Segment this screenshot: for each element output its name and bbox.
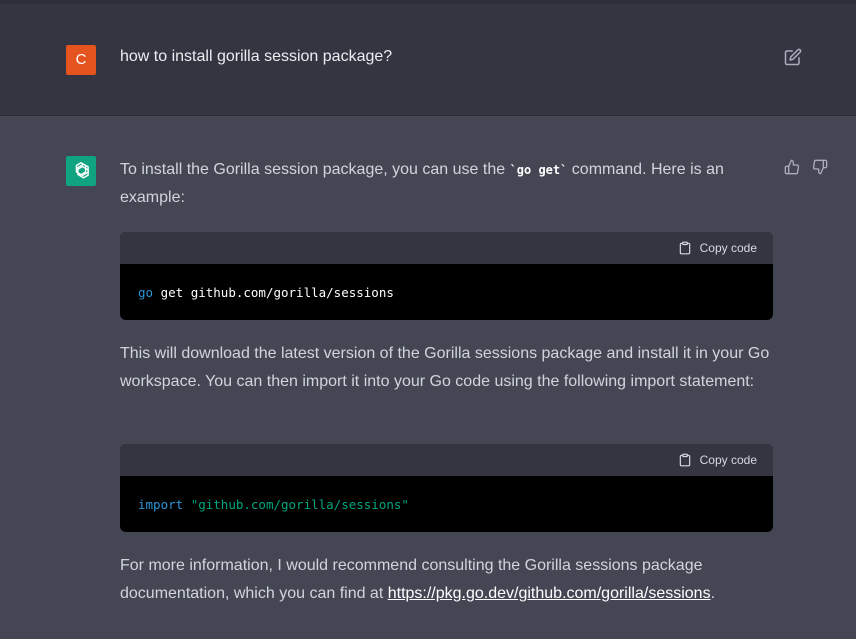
code-block-go-get: Copy code go get github.com/gorilla/sess… (120, 232, 773, 320)
inline-code-go-get: `go get` (509, 163, 568, 177)
outro-paragraph: For more information, I would recommend … (120, 552, 770, 608)
thumbs-up-icon (784, 159, 800, 175)
openai-logo-icon (75, 162, 89, 179)
user-message-text: how to install gorilla session package? (120, 48, 393, 65)
code-block-header: Copy code (120, 232, 773, 264)
copy-code-button[interactable]: Copy code (678, 240, 757, 256)
assistant-message-row: To install the Gorilla session package, … (0, 116, 856, 639)
assistant-avatar (66, 156, 96, 186)
clipboard-icon (679, 241, 690, 255)
middle-paragraph: This will download the latest version of… (120, 345, 770, 390)
thumbs-down-icon (812, 159, 828, 175)
copy-code-label: Copy code (699, 453, 757, 467)
clipboard-icon (679, 453, 690, 467)
user-message-row: C how to install gorilla session package… (0, 4, 856, 116)
code-string: "github.com/gorilla/sessions" (190, 497, 409, 512)
copy-code-button[interactable]: Copy code (678, 452, 757, 468)
intro-text-before: To install the Gorilla session package, … (120, 161, 510, 178)
edit-icon (784, 48, 802, 66)
thumbs-down-button[interactable] (812, 159, 830, 177)
code-keyword: go (138, 285, 154, 300)
code-block-import: Copy code import "github.com/gorilla/ses… (120, 444, 773, 532)
copy-code-label: Copy code (699, 241, 757, 255)
edit-button[interactable] (784, 48, 802, 66)
code-line: go get github.com/gorilla/sessions (138, 285, 394, 300)
code-keyword: import (138, 497, 184, 512)
user-avatar-letter: C (75, 51, 87, 68)
user-avatar: C (66, 45, 96, 75)
thumbs-up-button[interactable] (784, 159, 802, 177)
code-rest: get github.com/gorilla/sessions (153, 285, 394, 300)
outro-text-after: . (710, 585, 716, 602)
code-block-header: Copy code (120, 444, 773, 476)
intro-paragraph: To install the Gorilla session package, … (120, 156, 770, 212)
docs-link[interactable]: https://pkg.go.dev/github.com/gorilla/se… (388, 585, 711, 602)
code-line: import "github.com/gorilla/sessions" (138, 497, 409, 512)
